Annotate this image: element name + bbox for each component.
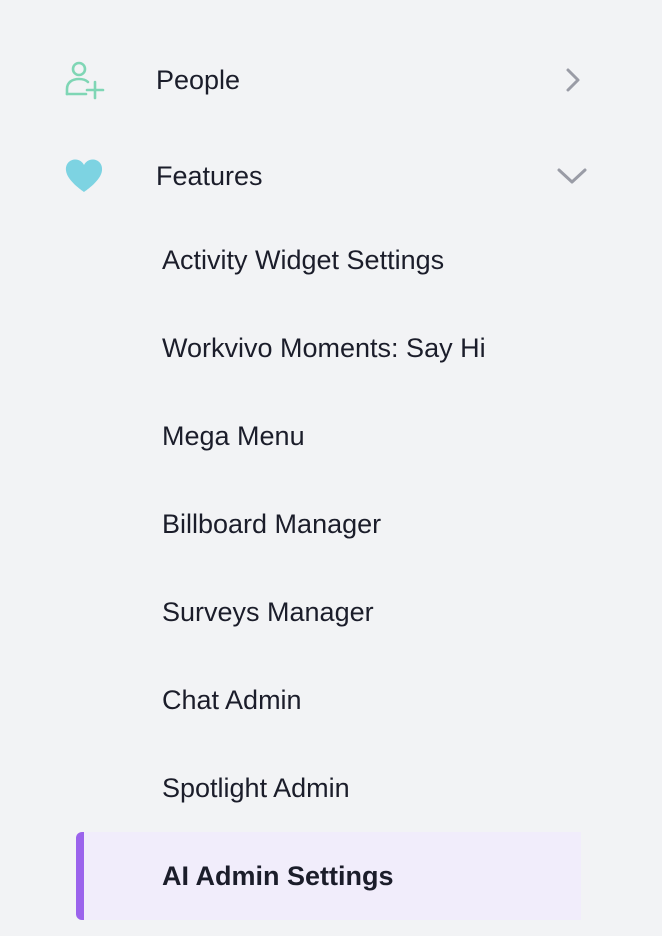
sidebar-item-label: AI Admin Settings [162,861,394,891]
active-indicator [76,832,84,920]
sidebar-section-people[interactable]: People [0,36,662,124]
sidebar-item-activity-widget-settings[interactable]: Activity Widget Settings [0,216,662,304]
heart-icon [60,152,108,200]
sidebar-nav: People Features Activity Widget Settings… [0,0,662,936]
add-person-icon [60,56,108,104]
sidebar-section-label: People [156,65,241,95]
sidebar-item-surveys-manager[interactable]: Surveys Manager [0,568,662,656]
sidebar-item-chat-admin[interactable]: Chat Admin [0,656,662,744]
sidebar-item-label: Mega Menu [162,421,305,451]
sidebar-item-label: Workvivo Moments: Say Hi [162,333,486,363]
sidebar-item-label: Spotlight Admin [162,773,350,803]
sidebar-item-spotlight-admin[interactable]: Spotlight Admin [0,744,662,832]
features-submenu: Activity Widget Settings Workvivo Moment… [0,216,662,920]
sidebar-item-label: Chat Admin [162,685,302,715]
chevron-down-icon [552,156,592,196]
sidebar-item-label: Activity Widget Settings [162,245,445,275]
sidebar-item-workvivo-moments[interactable]: Workvivo Moments: Say Hi [0,304,662,392]
sidebar-section-features[interactable]: Features [0,132,662,220]
sidebar-section-label: Features [156,161,263,191]
sidebar-item-billboard-manager[interactable]: Billboard Manager [0,480,662,568]
sidebar-item-mega-menu[interactable]: Mega Menu [0,392,662,480]
sidebar-item-label: Surveys Manager [162,597,374,627]
sidebar-item-ai-admin-settings[interactable]: AI Admin Settings [76,832,581,920]
sidebar-item-label: Billboard Manager [162,509,382,539]
chevron-right-icon [552,60,592,100]
